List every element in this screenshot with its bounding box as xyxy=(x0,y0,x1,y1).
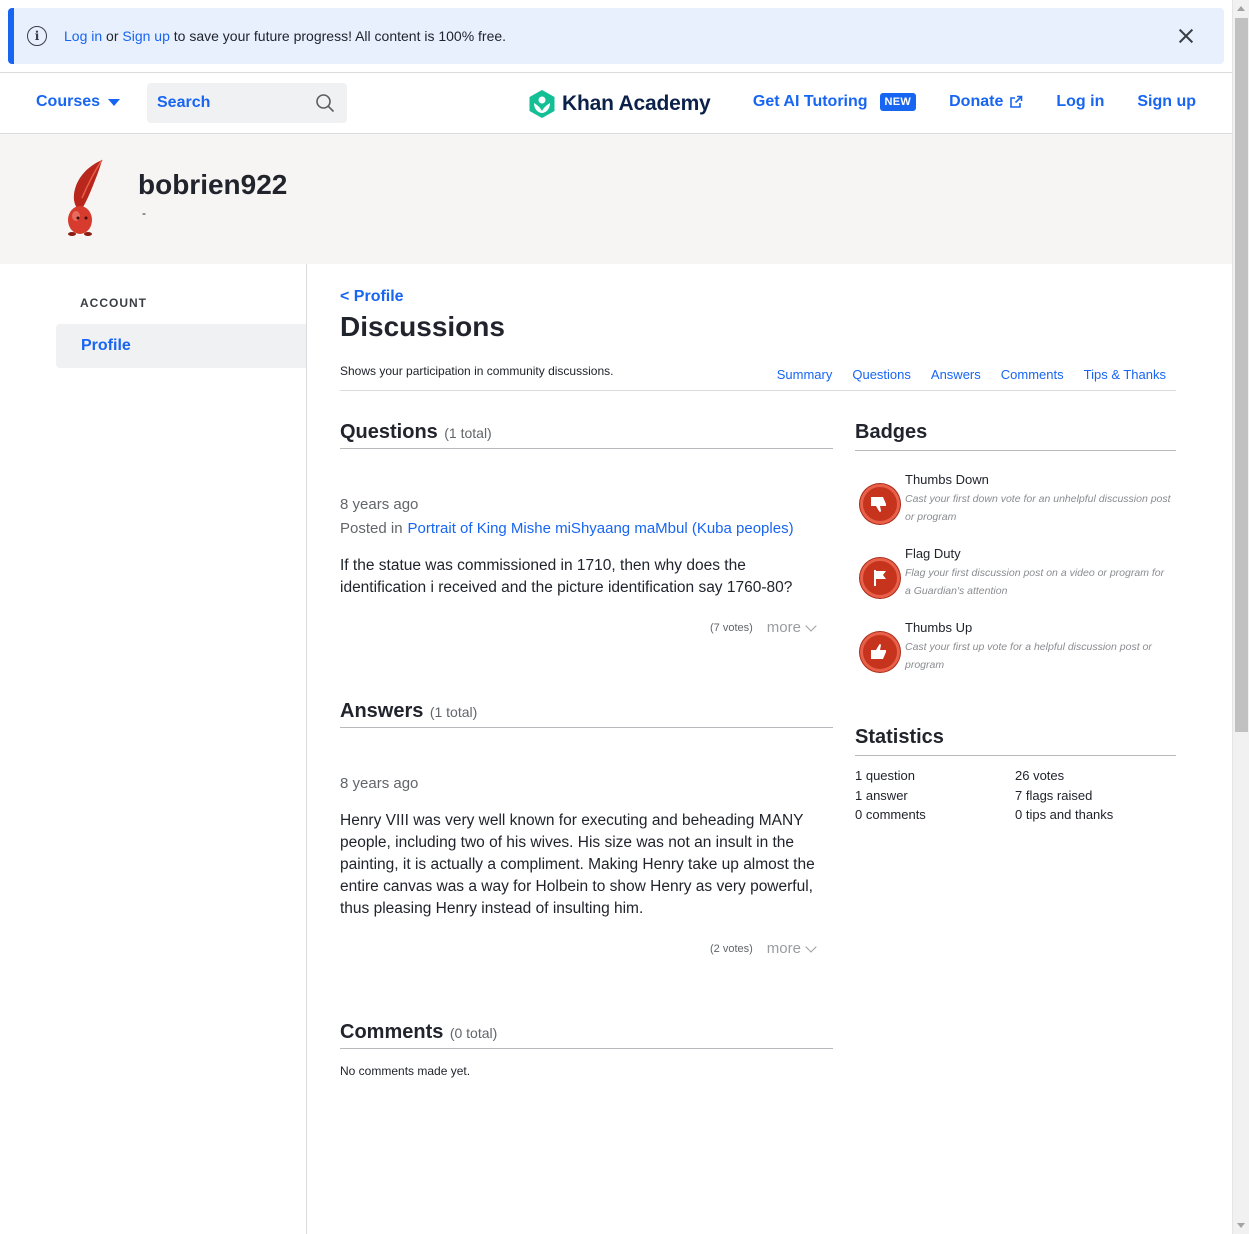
badges-heading: Badges xyxy=(855,421,1176,451)
caret-down-icon xyxy=(108,98,121,106)
questions-heading: Questions (1 total) xyxy=(340,421,833,449)
divider xyxy=(340,390,1176,391)
banner-or-text: or xyxy=(106,28,119,44)
question-text: If the statue was commissioned in 1710, … xyxy=(340,557,793,596)
stat-questions: 1 question xyxy=(855,768,915,783)
chevron-down-icon xyxy=(805,619,817,632)
search-icon[interactable] xyxy=(315,93,335,113)
tab-tips-thanks[interactable]: Tips & Thanks xyxy=(1084,367,1166,382)
question-more-button[interactable]: more xyxy=(766,619,817,636)
posted-in-label: Posted in xyxy=(340,520,403,537)
sidebar-item-profile[interactable]: Profile xyxy=(56,324,306,368)
badge-name: Thumbs Up xyxy=(905,620,973,635)
badge-name: Flag Duty xyxy=(905,546,961,561)
donate-link[interactable]: Donate xyxy=(949,93,1023,111)
no-comments-text: No comments made yet. xyxy=(340,1064,471,1078)
question-posted-in: Posted in Portrait of King Mishe miShyaan… xyxy=(340,520,794,537)
comments-heading-text: Comments xyxy=(340,1021,444,1043)
stat-comments: 0 comments xyxy=(855,807,926,822)
posted-in-link[interactable]: Portrait of King Mishe miShyaang maMbul … xyxy=(408,520,794,537)
khan-academy-logo-icon xyxy=(529,90,555,118)
user-tagline: - xyxy=(142,206,146,220)
comments-total: (0 total) xyxy=(449,1025,498,1041)
banner-login-link[interactable]: Log in xyxy=(64,28,102,44)
badge-name: Thumbs Down xyxy=(905,472,989,487)
banner-message-text: to save your future progress! All conten… xyxy=(173,28,507,44)
search-input[interactable] xyxy=(157,94,307,112)
answers-total: (1 total) xyxy=(429,704,478,720)
answer-more-button[interactable]: more xyxy=(766,940,817,957)
questions-total: (1 total) xyxy=(444,425,492,441)
answers-heading-text: Answers xyxy=(340,700,424,722)
logo-text: Khan Academy xyxy=(562,92,711,115)
stat-tips: 0 tips and thanks xyxy=(1015,807,1114,822)
discussion-tabs: Summary Questions Answers Comments Tips … xyxy=(777,367,1166,382)
answer-text: Henry VIII was very well known for execu… xyxy=(340,812,815,917)
page-scrollbar[interactable] xyxy=(1232,0,1249,1234)
more-label: more xyxy=(766,619,801,636)
thumbs-down-icon xyxy=(860,484,900,524)
question-time: 8 years ago xyxy=(340,496,419,513)
page-title: Discussions xyxy=(340,311,505,342)
external-link-icon xyxy=(1010,95,1023,108)
sidebar-item-label: Profile xyxy=(81,337,131,354)
badge-description: Flag your first discussion post on a vid… xyxy=(905,567,1165,597)
more-label: more xyxy=(766,940,801,957)
header-actions: Get AI Tutoring NEW Donate Log in Sign u… xyxy=(753,93,1196,111)
banner-message: Log in or Sign up to save your future pr… xyxy=(64,28,506,44)
stat-answers: 1 answer xyxy=(855,787,908,803)
signup-link[interactable]: Sign up xyxy=(1137,93,1196,111)
tab-questions[interactable]: Questions xyxy=(852,367,911,382)
answers-heading: Answers (1 total) xyxy=(340,700,833,728)
sidebar-section-label: ACCOUNT xyxy=(80,296,147,310)
stat-votes: 26 votes xyxy=(1015,768,1065,783)
answer-votes: (2 votes) xyxy=(710,942,753,955)
new-badge: NEW xyxy=(879,93,917,111)
badge-thumbs-down[interactable]: Thumbs Down Cast your first down vote fo… xyxy=(860,472,1176,526)
top-nav: Courses Khan Academy Get AI Tutoring NEW… xyxy=(0,72,1232,134)
scroll-down-icon[interactable] xyxy=(1237,1223,1245,1228)
banner-signup-link[interactable]: Sign up xyxy=(122,28,169,44)
scroll-up-icon[interactable] xyxy=(1237,6,1245,11)
courses-label: Courses xyxy=(36,93,101,110)
khan-academy-logo[interactable]: Khan Academy xyxy=(528,89,711,119)
answer-time: 8 years ago xyxy=(340,775,419,792)
flag-icon xyxy=(860,558,900,598)
tab-comments[interactable]: Comments xyxy=(1001,367,1064,382)
stat-flags: 7 flags raised xyxy=(1015,787,1093,803)
back-to-profile-link[interactable]: < Profile xyxy=(340,288,404,306)
comments-heading: Comments (0 total) xyxy=(340,1021,833,1049)
badge-description: Cast your first up vote for a helpful di… xyxy=(905,641,1152,671)
tab-answers[interactable]: Answers xyxy=(931,367,981,382)
ai-tutoring-link[interactable]: Get AI Tutoring NEW xyxy=(752,93,917,111)
question-votes: (7 votes) xyxy=(710,621,753,634)
info-icon: i xyxy=(27,26,47,46)
username: bobrien922 xyxy=(138,169,288,200)
badge-description: Cast your first down vote for an unhelpf… xyxy=(905,493,1171,523)
chevron-down-icon xyxy=(805,940,817,953)
statistics-heading: Statistics xyxy=(855,726,1176,756)
thumbs-up-icon xyxy=(860,632,900,672)
answer-votes-row: (2 votes) more xyxy=(710,940,817,957)
login-link[interactable]: Log in xyxy=(1056,93,1104,111)
badge-flag-duty[interactable]: Flag Duty Flag your first discussion pos… xyxy=(860,546,1176,600)
courses-menu-button[interactable]: Courses xyxy=(36,93,121,111)
page-subtitle: Shows your participation in community di… xyxy=(340,364,614,378)
question-votes-row: (7 votes) more xyxy=(710,619,817,636)
sidebar: ACCOUNT Profile xyxy=(56,264,307,1234)
avatar xyxy=(68,159,103,236)
ai-tutoring-label: Get AI Tutoring xyxy=(752,93,868,110)
signup-banner: i Log in or Sign up to save your future … xyxy=(8,8,1224,64)
questions-heading-text: Questions xyxy=(340,421,438,443)
badge-thumbs-up[interactable]: Thumbs Up Cast your first up vote for a … xyxy=(860,620,1176,674)
search-box xyxy=(147,83,347,123)
statistics-grid: 1 question 26 votes 1 answer 7 flags rai… xyxy=(855,767,1175,825)
profile-header: bobrien922 - xyxy=(0,134,1232,264)
donate-label: Donate xyxy=(949,93,1004,110)
scroll-thumb[interactable] xyxy=(1235,18,1248,732)
tab-summary[interactable]: Summary xyxy=(777,367,833,382)
close-icon[interactable] xyxy=(1174,24,1198,48)
